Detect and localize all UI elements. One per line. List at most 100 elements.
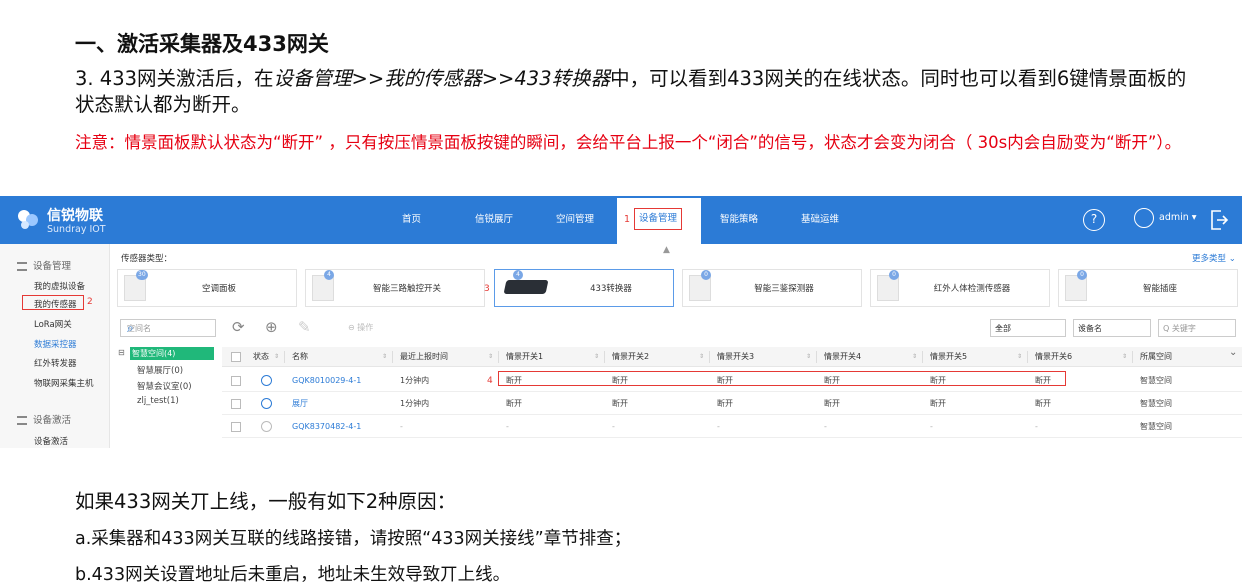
sidebar-item-data-controller[interactable]: 数据采控器 bbox=[34, 338, 77, 350]
column-header-name[interactable]: 名称 bbox=[292, 347, 308, 367]
sensor-card-ac-panel[interactable]: 30 空调面板 bbox=[117, 269, 297, 307]
column-divider bbox=[1027, 351, 1028, 363]
row-checkbox[interactable] bbox=[231, 399, 241, 409]
operation-button[interactable]: ⊖ 操作 bbox=[348, 322, 373, 333]
caret-up-icon: ▲ bbox=[663, 245, 670, 255]
device-name-link[interactable]: GQK8010029-4-1 bbox=[292, 370, 361, 392]
sort-icon[interactable]: ⇕ bbox=[594, 353, 599, 360]
nav-showroom[interactable]: 信锐展厅 bbox=[475, 196, 513, 244]
edit-icon[interactable]: ✎ bbox=[298, 318, 311, 336]
status-filter-select[interactable]: 全部 ⌄ bbox=[990, 319, 1066, 337]
tree-node-root[interactable]: 智慧空间(4) bbox=[130, 347, 214, 360]
step-path: 设备管理>>我的传感器>>433转换器 bbox=[273, 67, 611, 90]
column-header-switch2[interactable]: 情景开关2 bbox=[612, 347, 649, 367]
nav-space-management[interactable]: 空间管理 bbox=[556, 196, 594, 244]
column-divider bbox=[1132, 351, 1133, 363]
count-badge: 30 bbox=[136, 270, 148, 280]
sort-icon[interactable]: ⇕ bbox=[699, 353, 704, 360]
sensor-card-pir-sensor[interactable]: 0 红外人体检测传感器 bbox=[870, 269, 1050, 307]
platform-screenshot: 信锐物联 Sundray IOT 首页 信锐展厅 空间管理 1 设备管理 智能策… bbox=[0, 196, 1242, 448]
search-icon[interactable]: ⌕ bbox=[127, 321, 211, 336]
switch1-state: - bbox=[506, 422, 509, 431]
sensor-card-smart-socket[interactable]: 0 智能插座 bbox=[1058, 269, 1238, 307]
step-text-before: 3. 433网关激活后，在 bbox=[75, 67, 274, 90]
count-badge: 4 bbox=[324, 270, 334, 280]
sensor-type-label: 传感器类型： bbox=[121, 254, 173, 264]
nav-home[interactable]: 首页 bbox=[402, 196, 421, 244]
tree-node[interactable]: 智慧展厅(0) bbox=[137, 364, 183, 376]
space-name: 智慧空间 bbox=[1140, 399, 1172, 408]
sort-icon[interactable]: ⇕ bbox=[274, 353, 279, 360]
sidebar-item-virtual-devices[interactable]: 我的虚拟设备 bbox=[34, 280, 85, 292]
column-header-status[interactable]: 状态 bbox=[253, 347, 269, 367]
sidebar-item-activation[interactable]: 设备激活 bbox=[34, 435, 68, 447]
select-all-checkbox[interactable] bbox=[231, 352, 241, 362]
column-header-switch6[interactable]: 情景开关6 bbox=[1035, 347, 1072, 367]
chevron-down-icon[interactable]: ⌄ bbox=[1229, 347, 1237, 358]
card-label: 433转换器 bbox=[590, 284, 632, 294]
column-divider bbox=[816, 351, 817, 363]
column-header-space[interactable]: 所属空间 bbox=[1140, 347, 1172, 367]
tree-node[interactable]: 智慧会议室(0) bbox=[137, 380, 192, 392]
field-filter-select[interactable]: 设备名 ⌄ bbox=[1073, 319, 1151, 337]
sort-icon[interactable]: ⇕ bbox=[912, 353, 917, 360]
sidebar-item-my-sensors[interactable]: 我的传感器 bbox=[34, 298, 77, 310]
table-row[interactable]: 展厅 1分钟内 断开 断开 断开 断开 断开 断开 智慧空间 bbox=[222, 393, 1242, 415]
sort-icon[interactable]: ⇕ bbox=[1017, 353, 1022, 360]
nav-operations[interactable]: 基础运维 bbox=[801, 196, 839, 244]
sort-icon[interactable]: ⇕ bbox=[382, 353, 387, 360]
row-checkbox[interactable] bbox=[231, 422, 241, 432]
logout-icon[interactable] bbox=[1209, 209, 1229, 231]
sidebar-group-device-activation[interactable]: 设备激活 bbox=[17, 412, 71, 426]
count-badge: 0 bbox=[1077, 270, 1087, 280]
help-icon[interactable]: ? bbox=[1083, 209, 1105, 231]
switch6-state: - bbox=[1035, 422, 1038, 431]
troubleshoot-title: 如果433网关丌上线，一般有如下2种原因： bbox=[75, 490, 457, 513]
row-checkbox[interactable] bbox=[231, 376, 241, 386]
sort-icon[interactable]: ⇕ bbox=[1122, 353, 1127, 360]
nav-smart-strategy[interactable]: 智能策略 bbox=[720, 196, 758, 244]
space-name: 智慧空间 bbox=[1140, 422, 1172, 431]
column-header-switch4[interactable]: 情景开关4 bbox=[824, 347, 861, 367]
sensor-card-touch-switch[interactable]: 4 智能三路触控开关 bbox=[305, 269, 485, 307]
column-header-report-time[interactable]: 最近上报时间 bbox=[400, 347, 448, 367]
sensor-card-triple-detector[interactable]: 0 智能三鉴探测器 bbox=[682, 269, 862, 307]
tree-collapse-icon[interactable]: ⊟ bbox=[118, 348, 125, 357]
brand-name: 信锐物联 bbox=[47, 208, 103, 224]
sidebar-item-iot-host[interactable]: 物联网采集主机 bbox=[34, 377, 94, 389]
switch5-state: - bbox=[930, 422, 933, 431]
column-header-switch5[interactable]: 情景开关5 bbox=[930, 347, 967, 367]
card-label: 空调面板 bbox=[201, 284, 236, 294]
sidebar-item-ir-transponder[interactable]: 红外转发器 bbox=[34, 357, 77, 369]
column-divider bbox=[709, 351, 710, 363]
space-search-input[interactable]: 空间名 ⌕ bbox=[120, 319, 216, 337]
add-icon[interactable]: ⊕ bbox=[265, 318, 278, 336]
sort-icon[interactable]: ⇕ bbox=[488, 353, 493, 360]
count-badge: 0 bbox=[889, 270, 899, 280]
sidebar-item-lora-gateway[interactable]: LoRa网关 bbox=[34, 318, 72, 330]
count-badge: 4 bbox=[513, 270, 523, 280]
card-label: 红外人体检测传感器 bbox=[933, 284, 1011, 294]
column-header-switch1[interactable]: 情景开关1 bbox=[506, 347, 543, 367]
section-title: 一、激活采集器及433网关 bbox=[75, 32, 329, 56]
switch3-state: - bbox=[717, 422, 720, 431]
tree-node[interactable]: zlj_test(1) bbox=[137, 396, 179, 406]
column-header-switch3[interactable]: 情景开关3 bbox=[717, 347, 754, 367]
more-types-link[interactable]: 更多类型 ⌄ bbox=[1192, 252, 1236, 264]
column-divider bbox=[922, 351, 923, 363]
keyword-search-input[interactable]: Q 关键字 bbox=[1158, 319, 1236, 337]
sort-icon[interactable]: ⇕ bbox=[806, 353, 811, 360]
device-name-link[interactable]: 展厅 bbox=[292, 393, 308, 415]
sidebar-group-device-management[interactable]: 设备管理 bbox=[17, 258, 71, 272]
table-row[interactable]: GQK8370482-4-1 - - - - - - - 智慧空间 bbox=[222, 416, 1242, 438]
count-badge: 0 bbox=[701, 270, 711, 280]
menu-icon bbox=[17, 262, 27, 271]
column-divider bbox=[604, 351, 605, 363]
device-name-link[interactable]: GQK8370482-4-1 bbox=[292, 416, 361, 438]
nav-device-management[interactable]: 设备管理 bbox=[634, 208, 683, 230]
user-avatar-icon[interactable] bbox=[1134, 208, 1154, 228]
refresh-icon[interactable]: ⟳ bbox=[232, 318, 245, 336]
user-menu[interactable]: admin ▾ bbox=[1159, 212, 1197, 223]
sensor-card-433-converter[interactable]: 4 433转换器 bbox=[494, 269, 674, 307]
switch5-state: 断开 bbox=[930, 399, 946, 408]
